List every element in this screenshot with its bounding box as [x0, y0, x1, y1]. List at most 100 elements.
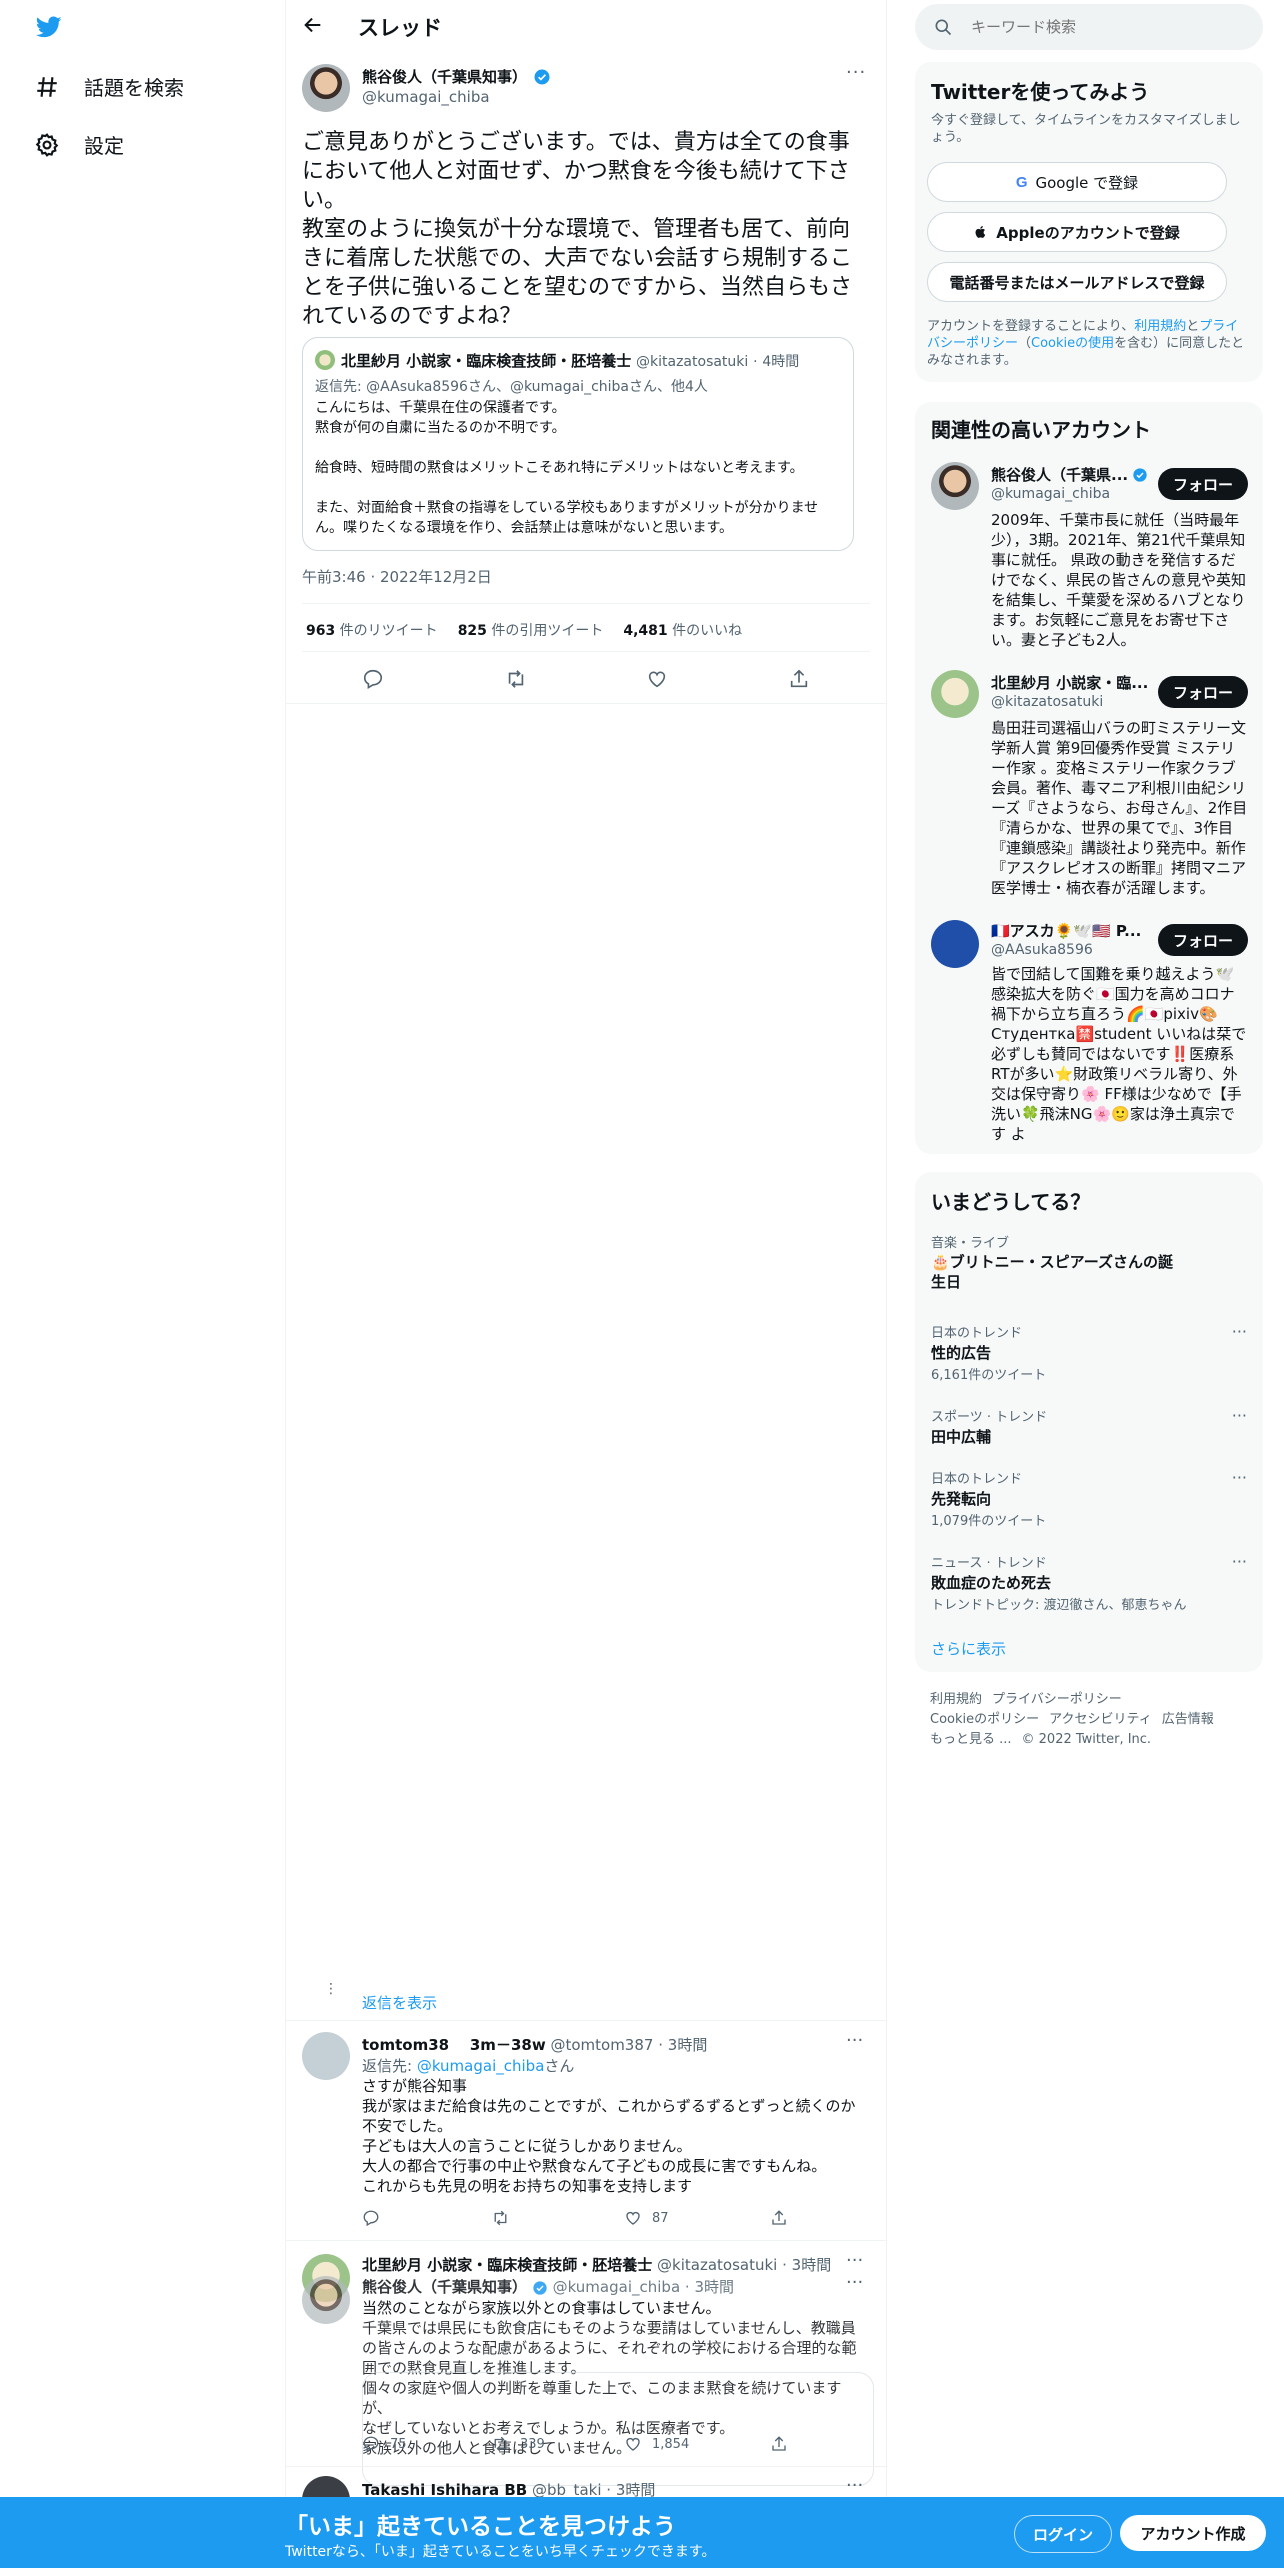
phone-email-signup-button[interactable]: 電話番号またはメールアドレスで登録 [927, 262, 1227, 302]
reply-icon[interactable] [362, 2209, 380, 2227]
quoted-time: 4時間 [762, 354, 800, 370]
retweet-count[interactable]: 963 件のリツイート [306, 620, 438, 640]
more-options-icon[interactable]: ··· [1232, 1468, 1247, 1487]
account-name[interactable]: 🇫🇷アスカ🌻🕊️🇺🇸 P... [991, 920, 1141, 941]
share-icon[interactable] [770, 2435, 788, 2453]
account-bio: 皆で団結して国難を乗り越えよう🕊️感染拡大を防ぐ🇯🇵国力を高めコロナ禍下から立ち… [991, 965, 1247, 1143]
footer-link[interactable]: Cookieのポリシー [930, 1712, 1039, 1727]
thread-column: スレッド 熊谷俊人（千葉県知事） @kumagai_chiba ··· ご意見あ… [285, 0, 887, 2568]
retweet-icon[interactable] [504, 668, 528, 690]
author-handle[interactable]: @kumagai_chiba [362, 88, 490, 106]
reply-to-line: 返信先: @kumagai_chibaさん [362, 2057, 575, 2075]
more-options-icon[interactable]: ··· [846, 2030, 863, 2051]
like-icon [624, 2209, 642, 2227]
reply-author-handle[interactable]: @kitazatosatuki [657, 2256, 777, 2274]
share-icon[interactable] [788, 668, 810, 690]
reply-time[interactable]: · 3時間 [658, 2036, 707, 2054]
reply-time[interactable]: · 3時間 [782, 2256, 831, 2274]
apple-signup-button[interactable]: Appleのアカウントで登録 [927, 212, 1227, 252]
more-options-icon[interactable]: ··· [1232, 1406, 1247, 1425]
trend-count: トレンドトピック: 渡辺徹さん、郁恵ちゃん [931, 1598, 1187, 1613]
trend-item[interactable]: 日本のトレンド ··· 性的広告 6,161件のツイート [915, 1322, 1263, 1384]
footer-link[interactable]: 利用規約 [930, 1692, 982, 1707]
share-icon[interactable] [770, 2209, 788, 2227]
quote-count[interactable]: 825 件の引用ツイート [458, 620, 604, 640]
avatar[interactable] [931, 670, 979, 718]
account-handle[interactable]: @AAsuka8596 [991, 942, 1093, 958]
overlap-author-handle: @kumagai_chiba [552, 2278, 681, 2296]
more-options-icon[interactable]: ··· [846, 62, 866, 83]
like-action[interactable]: 87 [624, 2209, 669, 2227]
more-options-icon[interactable]: ··· [1232, 1322, 1247, 1341]
cookie-link[interactable]: Cookieの使用 [1031, 336, 1114, 351]
follow-button[interactable]: フォロー [1158, 924, 1248, 956]
footer-link[interactable]: 広告情報 [1162, 1712, 1214, 1727]
trend-item[interactable]: スポーツ · トレンド ··· 田中広輔 [915, 1406, 1263, 1450]
search-bar[interactable] [915, 4, 1263, 50]
trend-name: 田中広輔 [931, 1428, 992, 1446]
follow-button[interactable]: フォロー [1158, 676, 1248, 708]
author-name[interactable]: 熊谷俊人（千葉県知事） [362, 66, 527, 87]
account-handle[interactable]: @kumagai_chiba [991, 486, 1110, 502]
reply-icon[interactable] [362, 668, 384, 690]
google-signup-button[interactable]: G Google で登録 [927, 162, 1227, 202]
reply-to-handle[interactable]: @kumagai_chiba [417, 2057, 545, 2075]
more-options-icon[interactable]: ··· [846, 2250, 863, 2271]
login-button[interactable]: ログイン [1014, 2515, 1112, 2553]
more-options-icon[interactable]: ··· [1232, 1552, 1247, 1571]
footer-link[interactable]: アクセシビリティ [1049, 1712, 1152, 1727]
verified-badge-icon [533, 68, 551, 86]
tweet-timestamp[interactable]: 午前3:46 · 2022年12月2日 [302, 566, 492, 587]
nav-item-explore[interactable]: 話題を検索 [34, 72, 184, 101]
like-icon[interactable]: 1,854 [624, 2435, 689, 2453]
avatar[interactable] [302, 2032, 350, 2080]
reply-count: 75 [390, 2436, 407, 2452]
page-title: スレッド [358, 16, 442, 40]
overlap-author-name: 熊谷俊人（千葉県知事） [362, 2278, 528, 2296]
avatar[interactable] [302, 64, 350, 112]
avatar[interactable] [931, 920, 979, 968]
like-icon[interactable] [646, 668, 668, 690]
retweet-icon[interactable]: 339 [491, 2435, 545, 2453]
nav-item-settings[interactable]: 設定 [34, 130, 124, 159]
related-accounts-card: 関連性の高いアカウント 熊谷俊人（千葉県... @kumagai_chiba フ… [915, 402, 1263, 1154]
reply-author-name[interactable]: 北里紗月 小説家・臨床検査技師・胚培養士 [362, 2256, 652, 2274]
avatar[interactable] [931, 462, 979, 510]
twitter-logo-icon[interactable] [34, 14, 64, 40]
account-handle[interactable]: @kitazatosatuki [991, 694, 1103, 710]
account-name[interactable]: 熊谷俊人（千葉県... [991, 464, 1128, 485]
more-options-icon[interactable]: ··· [846, 2475, 863, 2496]
reply-author-handle[interactable]: @tomtom387 [550, 2036, 653, 2054]
follow-button[interactable]: フォロー [1158, 468, 1248, 500]
more-options-icon: ··· [846, 2272, 864, 2293]
overlap-time: · 3時間 [684, 2278, 735, 2296]
signup-subtitle: 今すぐ登録して、タイムラインをカスタマイズしましょう。 [931, 113, 1241, 145]
like-count: 87 [652, 2210, 669, 2226]
footer-link[interactable]: もっと見る ... [930, 1732, 1012, 1747]
reply-author-name[interactable]: tomtom38 [362, 2036, 449, 2054]
quoted-tweet[interactable]: 北里紗月 小説家・臨床検査技師・胚培養士 @kitazatosatuki · 4… [302, 337, 854, 551]
reply-icon[interactable]: 75 [362, 2435, 407, 2453]
create-account-button[interactable]: アカウント作成 [1120, 2515, 1266, 2551]
reply-author-extra: 3m－38w [469, 2036, 546, 2054]
trend-item[interactable]: 音楽・ライブ 🎂ブリトニー・スピアーズさんの誕生日 [915, 1232, 1263, 1294]
search-input[interactable] [969, 14, 1243, 40]
trend-item[interactable]: ニュース · トレンド ··· 敗血症のため死去 トレンドトピック: 渡辺徹さん… [915, 1552, 1263, 1614]
signup-banner: 「いま」起きていることを見つけよう Twitterなら、「いま」起きていることを… [0, 2497, 1284, 2568]
like-count[interactable]: 4,481 件のいいね [623, 620, 742, 640]
back-arrow-icon[interactable] [302, 14, 324, 36]
trend-count: 6,161件のツイート [931, 1368, 1047, 1383]
account-name[interactable]: 北里紗月 小説家・臨... [991, 672, 1148, 693]
quoted-author-name: 北里紗月 小説家・臨床検査技師・胚培養士 [341, 352, 632, 370]
show-more-link[interactable]: さらに表示 [931, 1638, 1006, 1659]
terms-link[interactable]: 利用規約 [1134, 319, 1186, 334]
footer-link[interactable]: プライバシーポリシー [992, 1692, 1122, 1707]
show-replies-link[interactable]: 返信を表示 [362, 1992, 437, 2013]
retweet-icon[interactable] [491, 2209, 510, 2227]
quoted-author-handle: @kitazatosatuki [636, 354, 749, 370]
trend-meta: 音楽・ライブ [931, 1236, 1010, 1251]
signup-title: Twitterを使ってみよう [931, 80, 1150, 104]
nav-item-label: 設定 [84, 134, 124, 158]
copyright: © 2022 Twitter, Inc. [1021, 1732, 1152, 1747]
trend-item[interactable]: 日本のトレンド ··· 先発転向 1,079件のツイート [915, 1468, 1263, 1530]
